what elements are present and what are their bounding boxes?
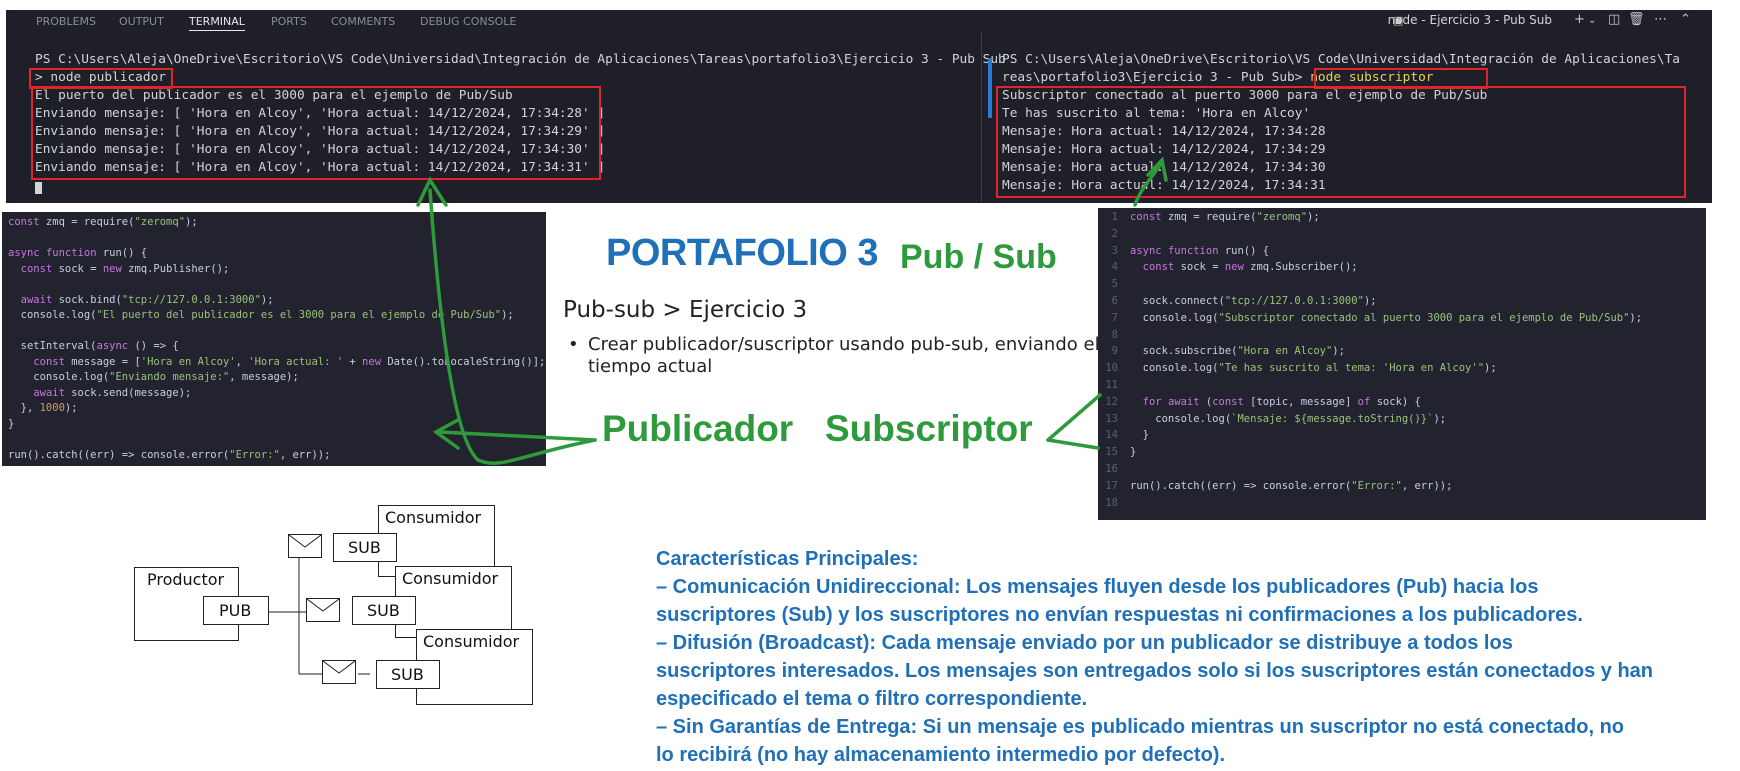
envelope-icon [288,534,322,558]
features-line: – Comunicación Unidireccional: Los mensa… [656,576,1539,598]
features-line: lo recibirá (no hay almacenamiento inter… [656,744,1226,766]
sub-socket: SUB [376,660,440,689]
features-heading: Características Principales: [656,548,919,570]
sub-socket: SUB [352,596,416,625]
pub-socket: PUB [203,596,269,625]
envelope-icon [322,660,356,684]
envelope-icon [306,598,340,622]
features-line: especificado el tema o filtro correspond… [656,688,1088,710]
sub-socket: SUB [333,533,397,562]
features-section: Características Principales: – Comunicac… [656,545,1716,769]
features-line: – Sin Garantías de Entrega: Si un mensaj… [656,716,1625,738]
features-line: suscriptores (Sub) y los suscriptores no… [656,604,1583,626]
features-line: suscriptores interesados. Los mensajes s… [656,660,1654,682]
features-line: – Difusión (Broadcast): Cada mensaje env… [656,632,1513,654]
